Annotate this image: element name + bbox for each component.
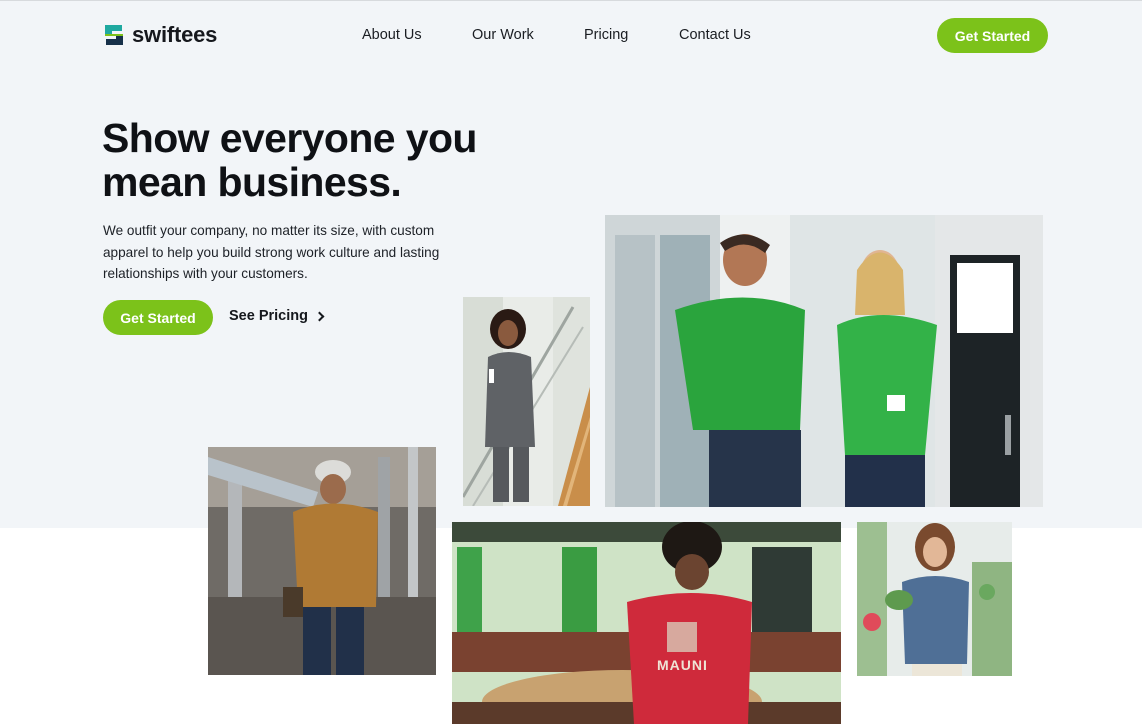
hero-headline: Show everyone you mean business.	[102, 115, 477, 205]
nav-about-us[interactable]: About Us	[362, 27, 422, 43]
hero-subcopy: We outfit your company, no matter its si…	[103, 223, 440, 281]
see-pricing-label: See Pricing	[229, 308, 308, 324]
shirt-print-text: MAUNI	[657, 657, 708, 673]
photo-construction-worker	[208, 447, 436, 675]
hero-get-started-button[interactable]: Get Started	[103, 300, 213, 335]
see-pricing-link[interactable]: See Pricing	[229, 308, 325, 324]
nav-our-work[interactable]: Our Work	[472, 27, 534, 43]
photo-green-polo-couple	[605, 215, 1043, 507]
photo-denim-shirt-greenhouse	[857, 522, 1012, 676]
photo-bartender-red-shirt: MAUNI	[452, 522, 841, 724]
nav-pricing[interactable]: Pricing	[584, 27, 628, 43]
header-get-started-button[interactable]: Get Started	[937, 18, 1048, 53]
photo-scrubs-woman-staircase	[463, 297, 590, 506]
nav-contact-us[interactable]: Contact Us	[679, 27, 751, 43]
chevron-right-icon	[314, 311, 325, 322]
